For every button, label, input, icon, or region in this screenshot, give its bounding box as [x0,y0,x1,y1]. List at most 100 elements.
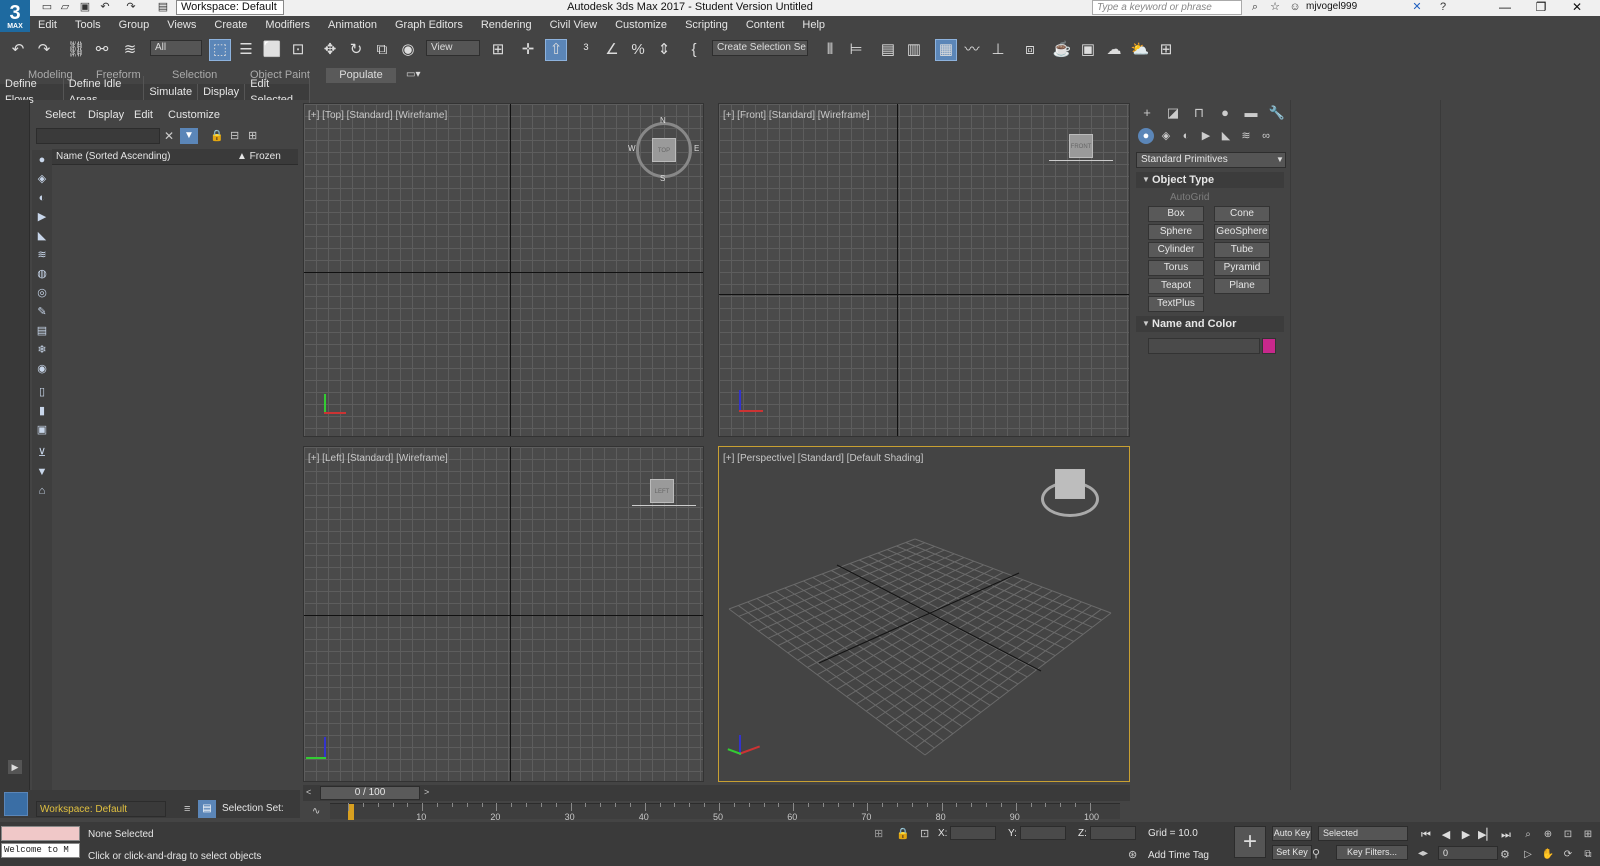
lights-category-icon[interactable]: ◐ [1178,128,1194,144]
play-icon[interactable]: ▶ [1458,828,1474,842]
box-button[interactable]: Box [1148,206,1204,222]
xref-filter-icon[interactable]: ◎ [34,286,50,301]
time-tag-icon[interactable]: ⊛ [1128,848,1137,861]
zoom-all-icon[interactable]: ⊕ [1540,828,1556,842]
cone-button[interactable]: Cone [1214,206,1270,222]
prev-frame-icon[interactable]: ◀ [1438,828,1454,842]
open-file-icon[interactable]: ▱ [58,1,72,14]
plane-button[interactable]: Plane [1214,278,1270,294]
viewcube-front[interactable]: FRONT [1069,134,1093,158]
menu-graph-editors[interactable]: Graph Editors [395,16,463,34]
key-mode-icon[interactable]: ⚲ [1312,847,1320,860]
cameras-category-icon[interactable]: ▶ [1198,128,1214,144]
app-logo[interactable]: 3 MAX [0,0,30,32]
time-next-icon[interactable]: > [424,787,429,797]
key-mode-toggle-icon[interactable]: ◂▸ [1418,848,1428,859]
undo-icon[interactable]: ↶ [8,40,28,60]
menu-group[interactable]: Group [119,16,150,34]
textplus-button[interactable]: TextPlus [1148,296,1204,312]
tube-button[interactable]: Tube [1214,242,1270,258]
mini-curve-icon[interactable]: ∿ [312,806,320,817]
reference-coord-dropdown[interactable]: View [426,40,480,56]
pan-icon[interactable]: ✋ [1540,848,1556,862]
col-name-header[interactable]: Name (Sorted Ascending) [56,151,171,162]
object-type-rollout[interactable]: Object Type [1136,172,1284,188]
binoculars-icon[interactable]: ⌕ [1248,1,1262,14]
tag-icon[interactable]: ⌂ [34,484,50,499]
pyramid-button[interactable]: Pyramid [1214,260,1270,276]
environment-icon[interactable]: ⊞ [1156,40,1176,60]
hierarchy-tab-icon[interactable]: ⊓ [1190,104,1208,122]
menu-create[interactable]: Create [214,16,247,34]
name-color-rollout[interactable]: Name and Color [1136,316,1284,332]
camera-filter-icon[interactable]: ▶ [34,210,50,225]
explorer-menu-display[interactable]: Display [88,109,124,121]
user-name[interactable]: mjvogel999 [1306,1,1357,12]
explorer-menu-customize[interactable]: Customize [168,109,220,121]
simulate-button[interactable]: Simulate [144,84,199,100]
layer-explorer-icon[interactable]: ▥ [904,40,924,60]
layer-sort-icon[interactable]: ⊞ [248,129,257,142]
frozen-filter-icon[interactable]: ❄ [34,343,50,358]
minimize-button[interactable]: — [1488,0,1522,15]
display-button[interactable]: Display [198,84,246,100]
col-frozen-header[interactable]: ▲ Frozen [237,151,281,162]
rollout-collapse-icon[interactable]: ▼ [1142,319,1150,328]
rendered-frame-icon[interactable]: ▣ [1078,40,1098,60]
display-tab-icon[interactable]: ▬ [1242,104,1260,122]
absolute-mode-icon[interactable]: ⊡ [920,827,929,840]
restore-button[interactable]: ❐ [1524,0,1558,15]
isolate-icon[interactable]: ⊞ [874,827,883,840]
save-file-icon[interactable]: ▣ [78,1,92,14]
rect-selection-icon[interactable]: ⬜ [262,40,282,60]
workspace-selector[interactable]: Workspace: Default [36,801,166,817]
key-mode-dropdown[interactable]: Selected [1318,826,1408,841]
utilities-tab-icon[interactable]: 🔧 [1268,104,1286,122]
zoom-icon[interactable]: ⌕ [1520,828,1536,842]
menu-content[interactable]: Content [746,16,785,34]
viewport-top-label[interactable]: [+] [Top] [Standard] [Wireframe] [308,110,447,121]
modify-tab-icon[interactable]: ◪ [1164,104,1182,122]
viewcube-top[interactable]: TOP [652,138,676,162]
explorer-menu-edit[interactable]: Edit [134,109,153,121]
spacewarps-category-icon[interactable]: ≋ [1238,128,1254,144]
project-folder-icon[interactable]: ▤ [156,1,170,14]
hierarchy-icon[interactable]: ⊟ [230,129,239,142]
go-to-end-icon[interactable]: ⏭ [1498,828,1514,842]
field-of-view-icon[interactable]: ▷ [1520,848,1536,862]
object-color-swatch[interactable] [1262,338,1276,354]
select-object-icon[interactable]: ⬚ [209,39,231,61]
y-coord-field[interactable] [1020,826,1066,840]
explorer-list[interactable] [52,166,298,790]
sphere-button[interactable]: Sphere [1148,224,1204,240]
geosphere-button[interactable]: GeoSphere [1214,224,1270,240]
clear-search-icon[interactable]: ✕ [164,129,174,143]
group-filter-icon[interactable]: ◍ [34,267,50,282]
viewport-perspective[interactable]: [+] [Perspective] [Standard] [Default Sh… [718,446,1130,782]
next-frame-icon[interactable]: ▶▏ [1478,828,1495,842]
percent-snap-icon[interactable]: % [628,40,648,60]
align-icon[interactable]: ⊨ [846,40,866,60]
lock-icon[interactable]: 🔒 [210,129,224,142]
curve-editor-icon[interactable]: 〰 [962,40,982,60]
link-icon[interactable]: ⛓ [66,40,86,60]
geometry-filter-icon[interactable]: ● [34,153,50,168]
viewcube-left[interactable]: LEFT [650,479,674,503]
rollout-collapse-icon[interactable]: ▼ [1142,175,1150,184]
viewport-front-label[interactable]: [+] [Front] [Standard] [Wireframe] [723,110,869,121]
light-filter-icon[interactable]: ◐ [34,191,50,206]
viewport-top[interactable]: [+] [Top] [Standard] [Wireframe] TOP N S… [303,103,704,437]
menu-scripting[interactable]: Scripting [685,16,728,34]
edit-named-sets-icon[interactable]: { [684,40,704,60]
shapes-category-icon[interactable]: ◈ [1158,128,1174,144]
viewport-left-label[interactable]: [+] [Left] [Standard] [Wireframe] [308,453,448,464]
menu-customize[interactable]: Customize [615,16,667,34]
scene-explorer-icon[interactable]: ▤ [878,40,898,60]
viewport-layout-icon[interactable] [4,792,28,816]
primitive-type-dropdown[interactable]: Standard Primitives [1136,152,1286,168]
viewport-persp-label[interactable]: [+] [Perspective] [Standard] [Default Sh… [723,453,923,464]
bone-filter-icon[interactable]: ✎ [34,305,50,320]
funnel-icon[interactable]: ▼ [34,465,50,480]
help-icon[interactable]: ? [1436,1,1450,14]
render-production-icon[interactable]: ☁ [1104,40,1124,60]
